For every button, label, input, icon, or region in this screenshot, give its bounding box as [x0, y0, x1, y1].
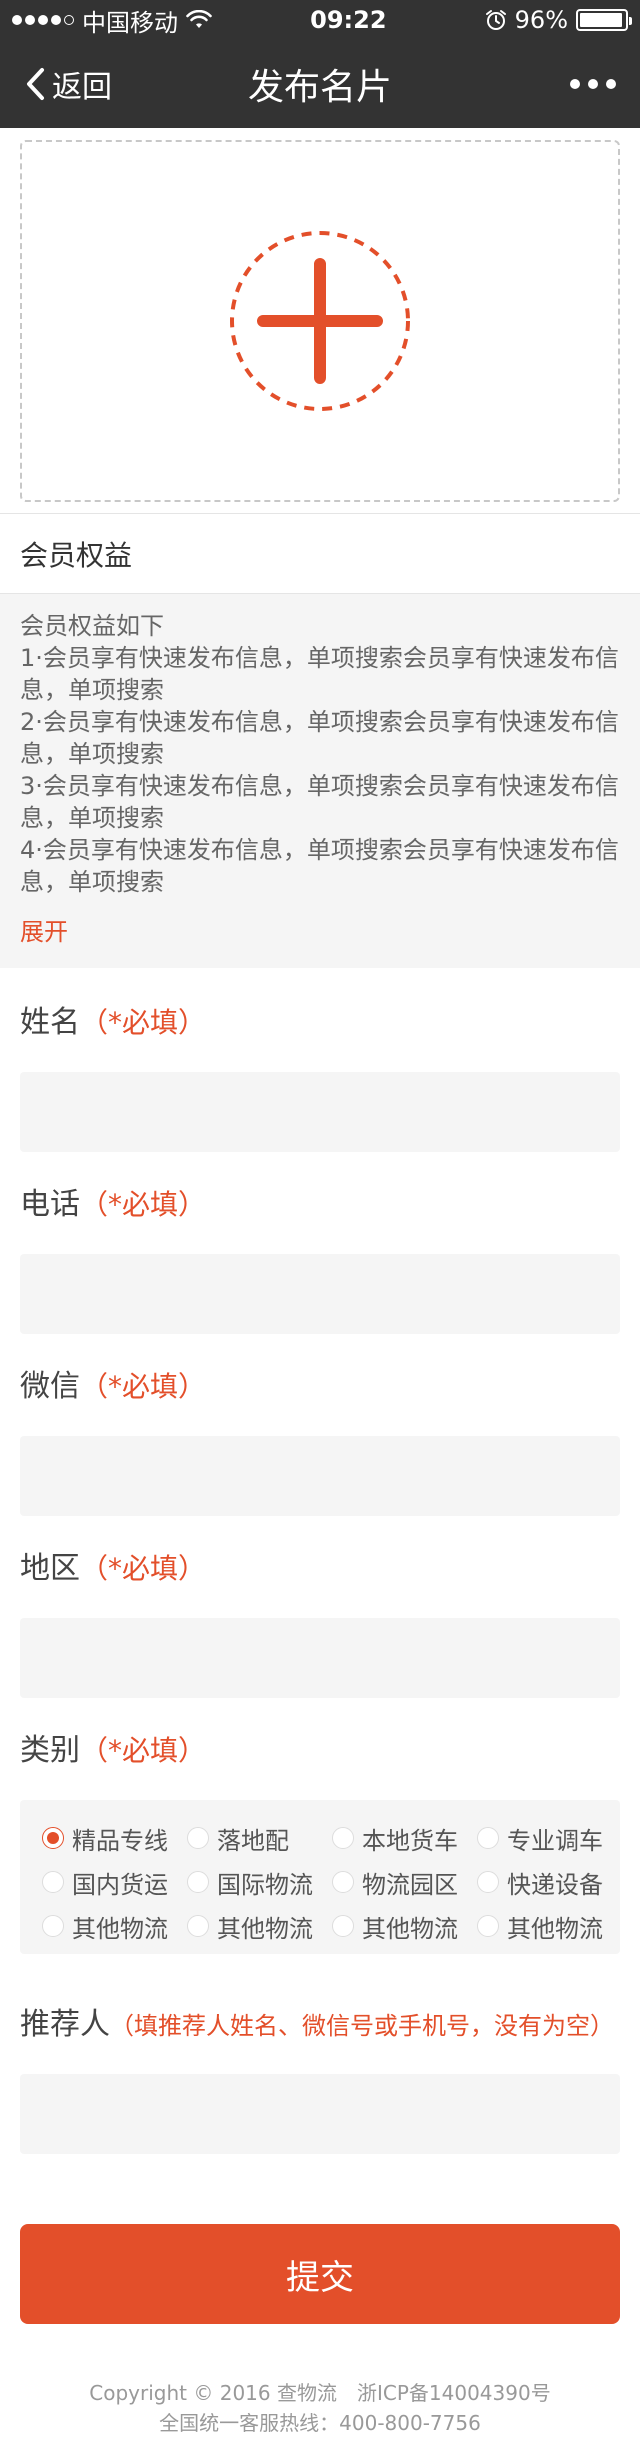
radio-unchecked-icon	[477, 1915, 499, 1937]
card-form: 姓名（*必填） 电话（*必填） 微信（*必填） 地区（*必填） 类别（*必填） …	[0, 968, 640, 2154]
submit-button[interactable]: 提交	[20, 2224, 620, 2324]
category-option[interactable]: 国内货运	[30, 1866, 175, 1899]
wechat-input[interactable]	[20, 1436, 620, 1516]
radio-unchecked-icon	[42, 1871, 64, 1893]
status-bar: 中国移动 09:22 96%	[0, 0, 640, 40]
referrer-label-text: 推荐人	[20, 2007, 110, 2042]
battery-percent: 96%	[514, 6, 568, 34]
name-label: 姓名（*必填）	[20, 998, 620, 1048]
radio-unchecked-icon	[332, 1871, 354, 1893]
back-button[interactable]: 返回	[24, 62, 112, 106]
chevron-left-icon	[27, 68, 44, 100]
image-upload-area[interactable]	[20, 140, 620, 502]
radio-unchecked-icon	[477, 1827, 499, 1849]
category-option[interactable]: 快递设备	[465, 1866, 610, 1899]
status-left: 中国移动	[12, 3, 212, 38]
required-marker: （*必填）	[80, 1006, 207, 1039]
category-option[interactable]: 其他物流	[465, 1910, 610, 1943]
hotline-text: 全国统一客服热线：400-800-7756	[159, 2411, 481, 2435]
radio-unchecked-icon	[187, 1915, 209, 1937]
category-option-label: 其他物流	[217, 1914, 313, 1943]
category-option-label: 国际物流	[217, 1870, 313, 1899]
radio-checked-icon	[42, 1827, 64, 1849]
category-option-label: 本地货车	[362, 1826, 458, 1855]
required-marker: （*必填）	[80, 1734, 207, 1767]
required-marker: （*必填）	[80, 1552, 207, 1585]
category-option[interactable]: 其他物流	[320, 1910, 465, 1943]
category-option[interactable]: 精品专线	[30, 1822, 175, 1855]
category-option[interactable]: 本地货车	[320, 1822, 465, 1855]
expand-link[interactable]: 展开	[20, 916, 68, 948]
name-label-text: 姓名	[20, 1005, 80, 1040]
category-option-label: 国内货运	[72, 1870, 168, 1899]
referrer-input[interactable]	[20, 2074, 620, 2154]
copyright-text: Copyright © 2016 查物流 浙ICP备14004390号	[89, 2381, 551, 2405]
wifi-icon	[186, 10, 212, 28]
alarm-icon	[485, 10, 506, 30]
region-input[interactable]	[20, 1618, 620, 1698]
status-time: 09:22	[310, 6, 387, 34]
more-dot	[570, 79, 580, 89]
signal-strength-icon	[12, 15, 74, 25]
category-option-label: 专业调车	[507, 1826, 603, 1855]
benefits-header: 会员权益	[0, 514, 640, 594]
wechat-label-text: 微信	[20, 1369, 80, 1404]
battery-icon	[576, 9, 632, 31]
category-option[interactable]: 落地配	[175, 1822, 320, 1855]
category-option-label: 落地配	[217, 1826, 289, 1855]
name-input[interactable]	[20, 1072, 620, 1152]
required-marker: （*必填）	[80, 1370, 207, 1403]
benefit-item: 1·会员享有快速发布信息，单项搜索会员享有快速发布信息，单项搜索	[20, 644, 619, 704]
required-marker: （*必填）	[80, 1188, 207, 1221]
benefit-item: 4·会员享有快速发布信息，单项搜索会员享有快速发布信息，单项搜索	[20, 836, 619, 896]
category-option-label: 精品专线	[72, 1826, 168, 1855]
region-label: 地区（*必填）	[20, 1544, 620, 1594]
wechat-label: 微信（*必填）	[20, 1362, 620, 1412]
category-option-label: 快递设备	[507, 1870, 603, 1899]
benefits-intro: 会员权益如下	[20, 612, 164, 640]
category-option-label: 其他物流	[507, 1914, 603, 1943]
category-option-label: 其他物流	[72, 1914, 168, 1943]
radio-unchecked-icon	[332, 1827, 354, 1849]
category-label-text: 类别	[20, 1733, 80, 1768]
category-option[interactable]: 专业调车	[465, 1822, 610, 1855]
category-option[interactable]: 其他物流	[175, 1910, 320, 1943]
plus-icon	[230, 231, 410, 411]
radio-unchecked-icon	[477, 1871, 499, 1893]
benefit-item: 2·会员享有快速发布信息，单项搜索会员享有快速发布信息，单项搜索	[20, 708, 619, 768]
divider	[0, 502, 640, 514]
more-dot	[588, 79, 598, 89]
footer: Copyright © 2016 查物流 浙ICP备14004390号 全国统一…	[0, 2378, 640, 2438]
category-option[interactable]: 其他物流	[30, 1910, 175, 1943]
radio-unchecked-icon	[332, 1915, 354, 1937]
status-right: 96%	[485, 6, 632, 34]
referrer-label: 推荐人（填推荐人姓名、微信号或手机号，没有为空）	[20, 2000, 620, 2050]
benefit-item: 3·会员享有快速发布信息，单项搜索会员享有快速发布信息，单项搜索	[20, 772, 619, 832]
category-option-label: 物流园区	[362, 1870, 458, 1899]
more-dot	[606, 79, 616, 89]
radio-unchecked-icon	[187, 1871, 209, 1893]
radio-unchecked-icon	[42, 1915, 64, 1937]
region-label-text: 地区	[20, 1551, 80, 1586]
phone-label-text: 电话	[20, 1187, 80, 1222]
more-options-button[interactable]	[570, 79, 616, 89]
phone-input[interactable]	[20, 1254, 620, 1334]
benefits-panel: 会员权益如下 1·会员享有快速发布信息，单项搜索会员享有快速发布信息，单项搜索 …	[0, 594, 640, 968]
category-option-label: 其他物流	[362, 1914, 458, 1943]
category-option[interactable]: 国际物流	[175, 1866, 320, 1899]
carrier-name: 中国移动	[82, 8, 178, 37]
radio-unchecked-icon	[187, 1827, 209, 1849]
phone-label: 电话（*必填）	[20, 1180, 620, 1230]
nav-bar: 返回 发布名片	[0, 40, 640, 128]
referrer-hint: （填推荐人姓名、微信号或手机号，没有为空）	[110, 2012, 614, 2040]
category-radio-group: 精品专线 落地配 本地货车 专业调车 国内货运 国际物流 物流园区 快递设备 其…	[20, 1800, 620, 1954]
category-label: 类别（*必填）	[20, 1726, 620, 1776]
back-label: 返回	[52, 70, 112, 105]
category-option[interactable]: 物流园区	[320, 1866, 465, 1899]
